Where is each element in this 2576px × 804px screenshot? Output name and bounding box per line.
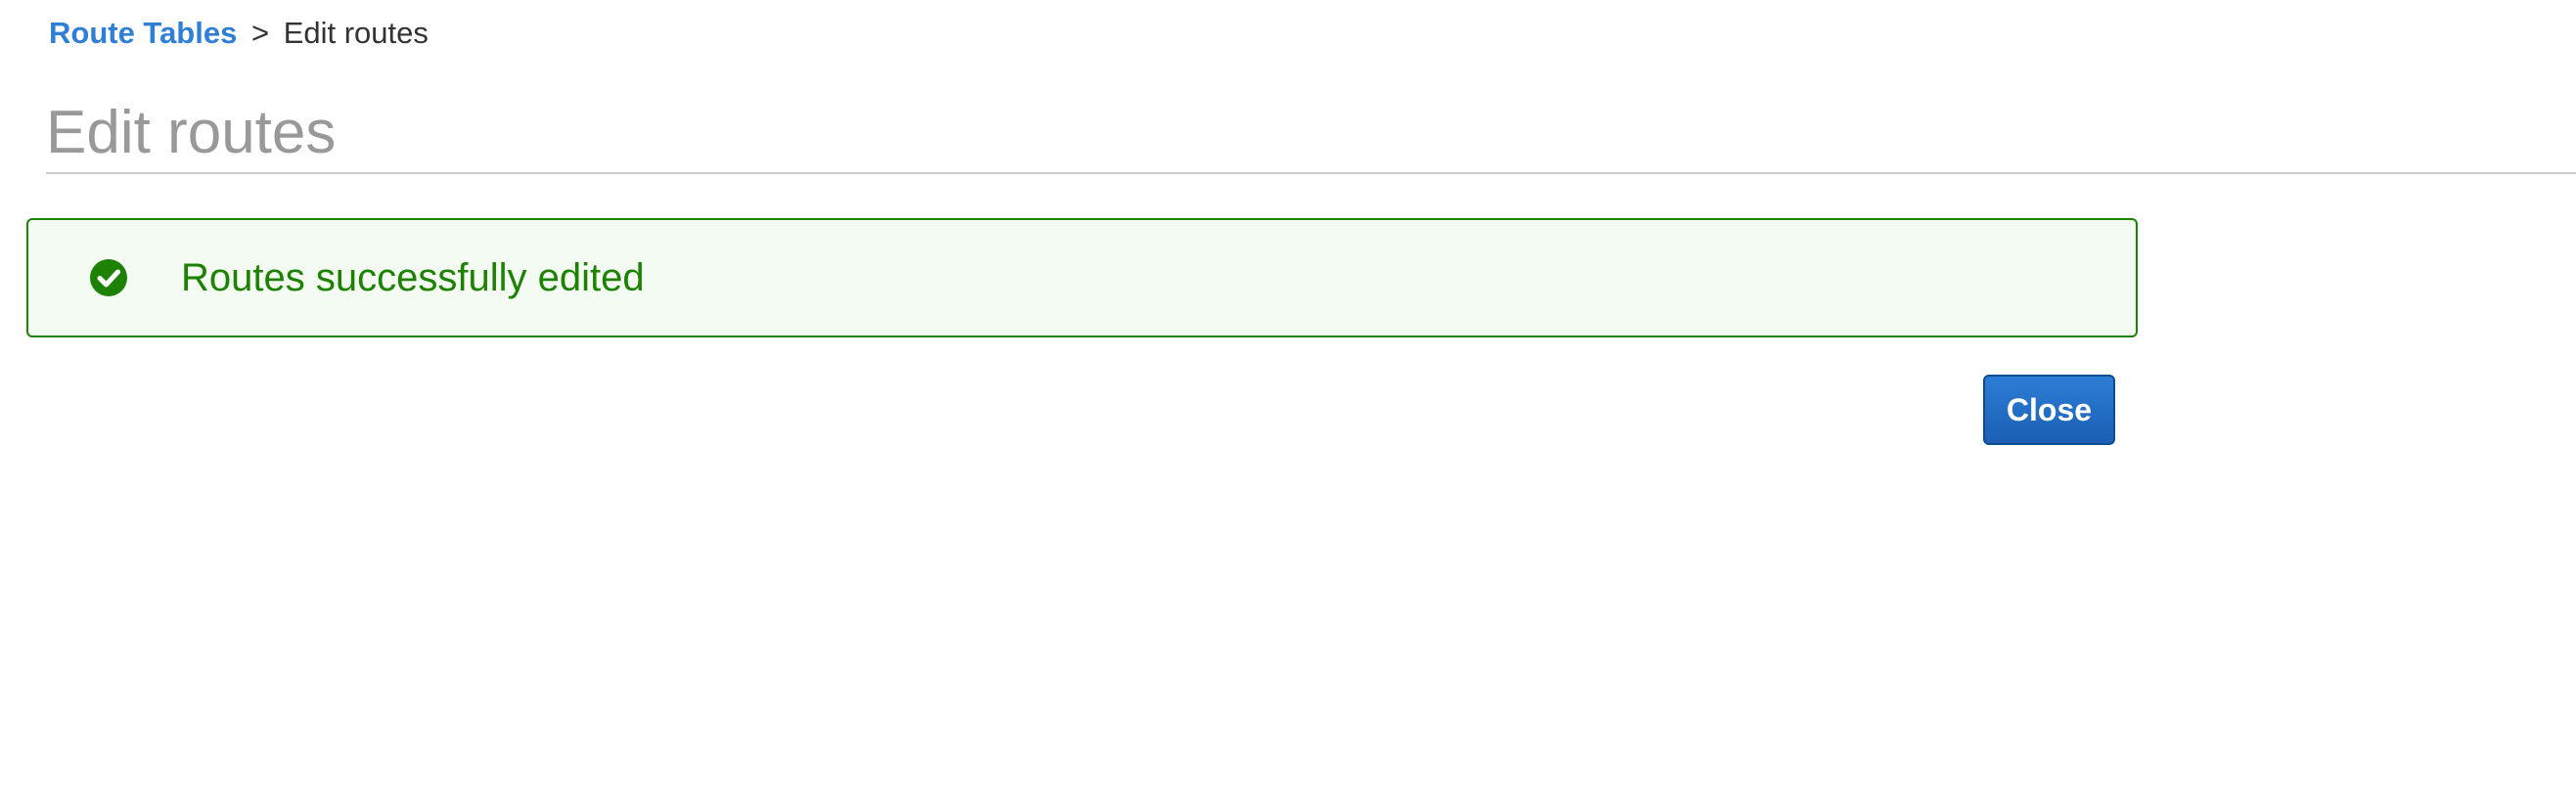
breadcrumb-link-route-tables[interactable]: Route Tables bbox=[49, 16, 237, 50]
close-button[interactable]: Close bbox=[1983, 375, 2115, 445]
breadcrumb-separator: > bbox=[250, 16, 270, 50]
check-circle-icon bbox=[90, 259, 127, 296]
success-alert: Routes successfully edited bbox=[26, 218, 2138, 337]
page-title: Edit routes bbox=[46, 99, 337, 166]
alert-message: Routes successfully edited bbox=[181, 255, 645, 299]
title-divider bbox=[46, 172, 2576, 174]
breadcrumb: Route Tables > Edit routes bbox=[49, 12, 429, 55]
breadcrumb-current: Edit routes bbox=[283, 16, 429, 50]
page: Route Tables > Edit routes Edit routes R… bbox=[0, 0, 2576, 804]
